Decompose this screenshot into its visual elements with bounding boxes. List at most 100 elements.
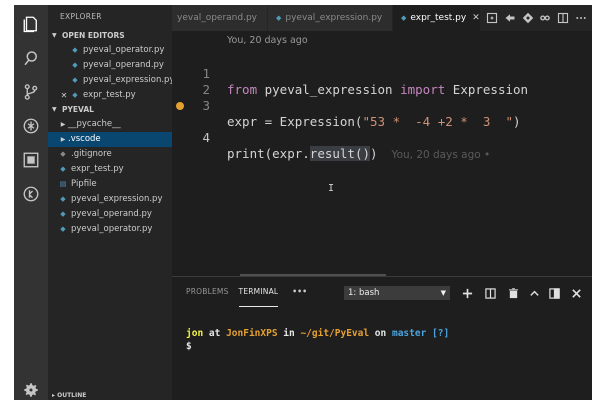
file-item[interactable]: ◆ pyeval_operator.py xyxy=(48,222,172,237)
open-editors-section[interactable]: ▼ OPEN EDITORS xyxy=(48,29,172,43)
editor-tabs: yeval_operand.py ◆ pyeval_expression.py … xyxy=(172,5,592,31)
open-editor-label: pyeval_operand.py xyxy=(83,60,164,70)
next-change-icon[interactable] xyxy=(537,10,553,26)
file-label: .gitignore xyxy=(71,149,112,159)
terminal-path: ~/git/PyEval xyxy=(300,328,370,339)
tab-problems[interactable]: PROBLEMS xyxy=(186,277,229,307)
file-item[interactable]: ◆ .gitignore xyxy=(48,147,172,162)
terminal-input-line: $ xyxy=(186,340,449,353)
file-icon: ▤ xyxy=(59,180,67,188)
codelens-blame[interactable]: You, 20 days ago xyxy=(227,35,308,46)
terminal-git-status: [?] xyxy=(432,328,450,339)
file-item[interactable]: ◆ expr_test.py xyxy=(48,162,172,177)
tab-terminal[interactable]: TERMINAL xyxy=(238,277,279,307)
terminal-text: on xyxy=(369,328,392,339)
extensions-icon[interactable] xyxy=(14,145,48,175)
terminal-text: at xyxy=(203,328,227,339)
terminal-select[interactable]: 1: bash ▼ xyxy=(344,286,450,300)
code-token: print(expr. xyxy=(227,146,310,161)
close-icon[interactable] xyxy=(568,285,584,301)
modified-dot-icon[interactable] xyxy=(176,102,184,110)
line-text: print(expr.result()) You, 20 days ago • xyxy=(227,146,490,163)
project-title: PYEVAL xyxy=(62,105,94,114)
code-token: ) xyxy=(512,114,521,129)
folder-item-selected[interactable]: ▶ .vscode xyxy=(48,132,172,147)
file-item[interactable]: ◆ pyeval_expression.py xyxy=(48,192,172,207)
file-label: pyeval_expression.py xyxy=(71,194,163,204)
code-line: 2 xyxy=(172,66,592,97)
tab-pyeval-expression[interactable]: ◆ pyeval_expression.py xyxy=(268,5,393,31)
bottom-panel: PROBLEMS TERMINAL ••• 1: bash ▼ jon at J… xyxy=(172,276,592,400)
close-icon[interactable]: ✕ xyxy=(472,13,480,23)
outline-section[interactable]: ▸ OUTLINE xyxy=(48,392,172,400)
code-token: expr = Expression( xyxy=(227,114,363,129)
previous-change-icon[interactable] xyxy=(502,10,518,26)
vscode-window: EXPLORER ▼ OPEN EDITORS ◆ pyeval_operato… xyxy=(14,5,592,400)
files-icon[interactable] xyxy=(14,9,48,39)
open-editor-item[interactable]: ◆ pyeval_expression.py xyxy=(48,73,172,88)
open-editor-item[interactable]: ◆ pyeval_operand.py xyxy=(48,58,172,73)
open-editor-item-active[interactable]: ✕ ◆ expr_test.py xyxy=(48,88,172,103)
code-token: ) xyxy=(370,146,378,161)
search-icon[interactable] xyxy=(14,43,48,73)
panel-layout-icon[interactable] xyxy=(546,285,562,301)
git-history-icon[interactable] xyxy=(14,179,48,209)
chevron-down-icon: ▼ xyxy=(440,289,446,297)
explorer-sidebar: EXPLORER ▼ OPEN EDITORS ◆ pyeval_operato… xyxy=(48,5,172,400)
editor-actions xyxy=(481,5,592,31)
open-changes-icon[interactable] xyxy=(484,10,500,26)
terminal-output[interactable]: jon at JonFinXPS in ~/git/PyEval on mast… xyxy=(186,327,449,353)
tab-expr-test[interactable]: ◆ expr_test.py ✕ xyxy=(393,5,481,31)
split-terminal-icon[interactable] xyxy=(482,285,498,301)
terminal-text: in xyxy=(277,328,301,339)
python-file-icon: ◆ xyxy=(60,225,66,233)
code-line-current: 4 print(expr.result()) You, 20 days ago • xyxy=(172,98,592,161)
open-editors-title: OPEN EDITORS xyxy=(62,31,125,40)
panel-more-tabs[interactable]: ••• xyxy=(292,277,307,307)
debug-icon[interactable] xyxy=(14,111,48,141)
tab-label: yeval_operand.py xyxy=(177,13,257,23)
trash-icon[interactable] xyxy=(505,285,521,301)
python-file-icon: ◆ xyxy=(60,165,66,173)
selected-token: result() xyxy=(309,146,371,161)
python-file-icon: ◆ xyxy=(60,210,66,218)
python-file-icon: ◆ xyxy=(72,91,78,99)
activity-bar xyxy=(14,5,48,400)
line-text: expr = Expression("53 * -4 +2 * 3 ") xyxy=(227,114,521,130)
chevron-down-icon: ▼ xyxy=(52,32,57,39)
settings-gear-icon[interactable] xyxy=(14,375,48,400)
file-item[interactable]: ◆ pyeval_operand.py xyxy=(48,207,172,222)
chevron-down-icon: ▼ xyxy=(52,106,57,113)
tab-label: pyeval_expression.py xyxy=(285,13,383,23)
mouse-ibeam-icon: I xyxy=(328,183,335,194)
outline-title: OUTLINE xyxy=(57,392,87,399)
python-file-icon: ◆ xyxy=(72,46,78,54)
project-section[interactable]: ▼ PYEVAL xyxy=(48,103,172,117)
python-file-icon: ◆ xyxy=(72,76,78,84)
folder-label: .vscode xyxy=(68,134,101,144)
chevron-right-icon: ▶ xyxy=(60,136,66,143)
open-editor-label: expr_test.py xyxy=(83,90,136,100)
open-editor-label: pyeval_expression.py xyxy=(83,75,172,85)
python-file-icon: ◆ xyxy=(276,14,282,22)
string-token: "53 * -4 +2 * 3 " xyxy=(362,114,513,129)
folder-item[interactable]: ▶ __pycache__ xyxy=(48,117,172,132)
split-editor-icon[interactable] xyxy=(555,10,571,26)
source-control-icon[interactable] xyxy=(14,77,48,107)
maximize-panel-icon[interactable] xyxy=(526,285,542,301)
terminal-prompt-line: jon at JonFinXPS in ~/git/PyEval on mast… xyxy=(186,327,449,340)
file-label: pyeval_operand.py xyxy=(71,209,152,219)
open-editor-item[interactable]: ◆ pyeval_operator.py xyxy=(48,43,172,58)
python-file-icon: ◆ xyxy=(72,61,78,69)
file-item[interactable]: ▤ Pipfile xyxy=(48,177,172,192)
python-file-icon: ◆ xyxy=(60,195,66,203)
code-editor[interactable]: You, 20 days ago 1 from pyeval_expressio… xyxy=(172,31,592,281)
close-icon[interactable]: ✕ xyxy=(58,88,70,103)
more-actions-icon[interactable] xyxy=(573,10,589,26)
file-label: pyeval_operator.py xyxy=(71,224,153,234)
file-label: expr_test.py xyxy=(71,164,124,174)
git-compare-icon[interactable] xyxy=(520,10,536,26)
tab-pyeval-operand[interactable]: yeval_operand.py xyxy=(172,5,268,31)
new-terminal-icon[interactable] xyxy=(459,285,475,301)
explorer-title: EXPLORER xyxy=(60,12,102,21)
